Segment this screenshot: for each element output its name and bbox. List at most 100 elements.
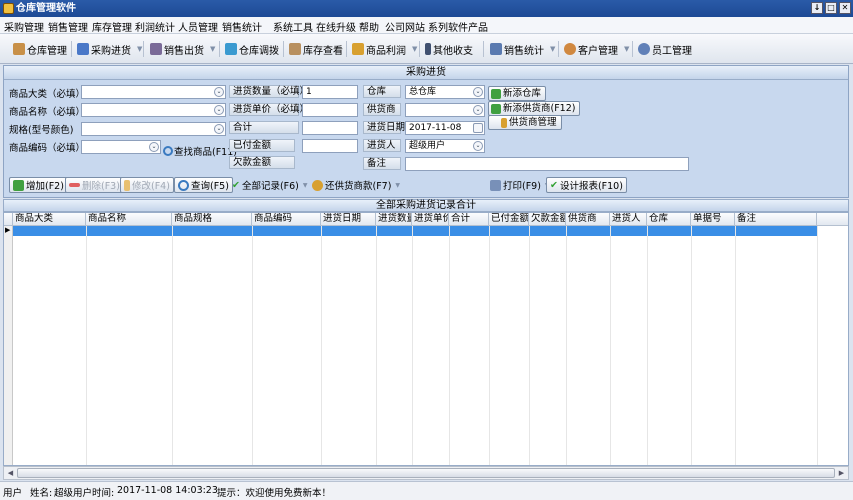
buyer-combo[interactable]: 超级用户 ⌄ — [405, 139, 485, 153]
toolbar-customer-button[interactable]: 客户管理 ▼ — [564, 39, 629, 59]
grid-line — [412, 226, 413, 465]
toolbar-employee-button[interactable]: 员工管理 — [638, 39, 692, 59]
menu-sales[interactable]: 销售管理 — [48, 19, 88, 34]
check-icon: ✔ — [550, 179, 558, 191]
code-label: 商品编码（必填） — [9, 143, 86, 154]
add-button[interactable]: 增加(F2) — [9, 177, 68, 193]
new-warehouse-button[interactable]: 新添仓库 — [488, 86, 547, 101]
combo-arrow-icon[interactable]: ⌄ — [214, 105, 224, 115]
combo-arrow-icon[interactable]: ⌄ — [473, 87, 483, 97]
menu-upgrade[interactable]: 在线升级 — [316, 19, 356, 34]
category-combo[interactable]: ⌄ — [81, 85, 226, 99]
query-button[interactable]: 查询(F5) — [174, 177, 233, 193]
column-header[interactable]: 商品名称 — [86, 213, 172, 226]
column-header[interactable]: 进货日期 — [321, 213, 376, 226]
toolbar-transfer-button[interactable]: 仓库调拨 — [225, 39, 279, 59]
name-combo[interactable]: ⌄ — [81, 103, 226, 117]
column-header[interactable]: 仓库 — [647, 213, 691, 226]
column-header[interactable]: 商品规格 — [172, 213, 252, 226]
menu-inventory[interactable]: 库存管理 — [92, 19, 132, 34]
table-row[interactable] — [13, 226, 817, 236]
column-header[interactable]: 已付金额 — [489, 213, 529, 226]
records-grid[interactable]: 商品大类 商品名称 商品规格 商品编码 进货日期 进货数量 进货单价 合计 已付… — [3, 212, 849, 466]
spec-combo[interactable]: ⌄ — [81, 122, 226, 136]
scrollbar-thumb[interactable] — [17, 468, 835, 478]
combo-arrow-icon[interactable]: ⌄ — [214, 124, 224, 134]
menu-purchase[interactable]: 采购管理 — [4, 19, 44, 34]
column-header[interactable]: 单据号 — [691, 213, 735, 226]
warehouse-combo[interactable]: 总仓库 ⌄ — [405, 85, 485, 99]
check-icon: ✔ — [232, 179, 240, 191]
repay-supplier-button[interactable]: 还供货商款(F7) ▼ — [309, 177, 403, 193]
toolbar-separator — [346, 41, 347, 57]
column-header[interactable]: 商品编码 — [252, 213, 321, 226]
column-header[interactable]: 供货商 — [566, 213, 610, 226]
supplier-management-button[interactable]: 供货商管理 — [488, 115, 562, 130]
horizontal-scrollbar[interactable]: ◀ ▶ — [3, 466, 849, 480]
menu-staff[interactable]: 人员管理 — [178, 19, 218, 34]
combo-arrow-icon[interactable]: ⌄ — [473, 141, 483, 151]
spec-label: 规格(型号颜色) — [9, 125, 74, 136]
print-button[interactable]: 打印(F9)▼ — [487, 177, 553, 193]
toolbar-label: 员工管理 — [652, 45, 692, 57]
toolbar-stats-button[interactable]: 销售统计 ▼ — [490, 39, 555, 59]
combo-arrow-icon[interactable]: ⌄ — [149, 142, 159, 152]
menu-products[interactable]: 系列软件产品 — [428, 19, 488, 34]
code-combo[interactable]: ⌄ — [81, 140, 161, 154]
close-button[interactable]: ✕ — [839, 2, 851, 14]
toolbar-separator — [483, 41, 484, 57]
menu-profit[interactable]: 利润统计 — [135, 19, 175, 34]
menu-website[interactable]: 公司网站 — [385, 19, 425, 34]
new-supplier-button[interactable]: 新添供货商(F12) — [488, 101, 581, 116]
menu-help[interactable]: 帮助 — [359, 19, 379, 34]
qty-label: 进货数量（必填） — [229, 85, 309, 98]
column-header[interactable]: 合计 — [449, 213, 489, 226]
all-records-button[interactable]: ✔ 全部记录(F6) ▼ — [229, 177, 311, 193]
paid-input[interactable] — [302, 139, 358, 153]
grid-line — [817, 226, 818, 465]
design-report-button[interactable]: ✔ 设计报表(F10) — [546, 177, 627, 193]
column-header[interactable]: 欠款金额 — [529, 213, 566, 226]
maximize-button[interactable]: □ — [825, 2, 837, 14]
price-input[interactable] — [302, 103, 358, 117]
column-header[interactable]: 备注 — [735, 213, 817, 226]
repay-supplier-label: 还供货商款(F7) — [325, 181, 392, 192]
supplier-management-label: 供货商管理 — [509, 117, 557, 128]
column-header[interactable]: 商品大类 — [13, 213, 86, 226]
toolbar-warehouse-button[interactable]: 仓库管理 — [13, 39, 67, 59]
print-label: 打印(F9) — [503, 181, 541, 192]
toolbar-sales-button[interactable]: 销售出货 ▼ — [150, 39, 215, 59]
pencil-icon — [501, 117, 507, 128]
combo-arrow-icon[interactable]: ⌄ — [473, 105, 483, 115]
delete-button[interactable]: 删除(F3) — [65, 177, 124, 193]
column-header[interactable]: 进货数量 — [376, 213, 412, 226]
minimize-button[interactable]: ↓ — [811, 2, 823, 14]
edit-button[interactable]: 修改(F4) — [120, 177, 174, 193]
supplier-combo[interactable]: ⌄ — [405, 103, 485, 117]
find-product-button[interactable]: 查找商品(F11) — [163, 144, 237, 158]
qty-input[interactable]: 1 — [302, 85, 358, 99]
menu-tools[interactable]: 系统工具 — [273, 19, 313, 34]
toolbar-other-button[interactable]: 其他收支 — [425, 39, 473, 59]
column-header[interactable]: 进货人 — [610, 213, 647, 226]
status-tip: 提示：欢迎使用免费新本！ — [217, 488, 332, 499]
paid-label: 已付金额 — [229, 139, 295, 152]
date-picker[interactable]: 2017-11-08 — [405, 121, 485, 135]
menu-sales-stats[interactable]: 销售统计 — [222, 19, 262, 34]
name-label: 商品名称（必填） — [9, 107, 86, 118]
toolbar-profit-button[interactable]: 商品利润 ▼ — [352, 39, 417, 59]
supplier-label: 供货商 — [363, 103, 401, 116]
toolbar-stock-button[interactable]: 库存查看 — [289, 39, 343, 59]
total-input[interactable] — [302, 121, 358, 135]
column-header[interactable]: 进货单价 — [412, 213, 449, 226]
calendar-icon[interactable] — [473, 123, 483, 133]
combo-arrow-icon[interactable]: ⌄ — [214, 87, 224, 97]
grid-line — [252, 226, 253, 465]
scroll-right-icon[interactable]: ▶ — [836, 468, 847, 479]
employees-icon — [638, 43, 650, 55]
toolbar-separator — [71, 41, 72, 57]
toolbar-purchase-button[interactable]: 采购进货 ▼ — [77, 39, 142, 59]
scroll-left-icon[interactable]: ◀ — [5, 468, 16, 479]
note-input[interactable] — [405, 157, 689, 171]
buyer-value: 超级用户 — [409, 141, 446, 151]
